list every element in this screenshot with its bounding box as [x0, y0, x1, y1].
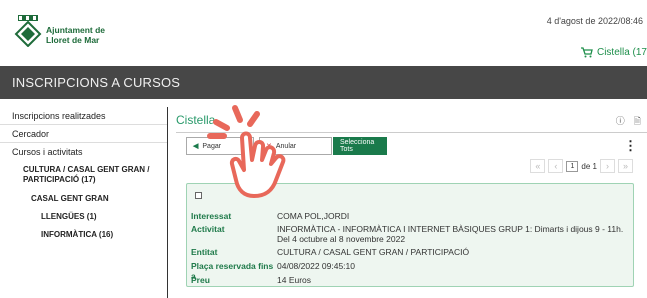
page-total: de 1: [581, 161, 597, 171]
field-value: COMA POL,JORDI: [277, 211, 350, 221]
cart-link[interactable]: Cistella (17: [580, 47, 647, 58]
top-header: Ajuntament de Lloret de Mar 4 d'agost de…: [0, 0, 647, 66]
org-name-line2: Lloret de Mar: [46, 34, 100, 45]
header-icons: ⓘ 🗎: [616, 114, 641, 130]
next-page-icon[interactable]: ›: [600, 159, 615, 173]
sidebar-item-casal[interactable]: CASAL GENT GRAN: [0, 189, 167, 207]
document-icon[interactable]: 🗎: [634, 114, 641, 130]
field-value: INFORMÀTICA - INFORMÀTICA I INTERNET BÀS…: [277, 224, 624, 244]
prev-page-icon[interactable]: ‹: [548, 159, 564, 173]
org-name: Ajuntament de Lloret de Mar: [46, 25, 105, 45]
sidebar-item-cercador[interactable]: Cercador: [0, 125, 167, 143]
pay-icon: ◀: [193, 143, 199, 150]
field-row: Interessat COMA POL,JORDI: [191, 211, 627, 221]
page-title: INSCRIPCIONS A CURSOS: [12, 75, 181, 90]
logo-crest-icon: [14, 15, 42, 47]
cart-icon: [580, 47, 593, 58]
last-page-icon[interactable]: »: [618, 159, 633, 173]
click-hand-icon: [207, 105, 286, 198]
sidebar-item-inscripcions[interactable]: Inscripcions realitzades: [0, 107, 167, 125]
page-input[interactable]: 1: [566, 160, 579, 172]
select-all-button[interactable]: Selecciona Tots: [333, 137, 387, 155]
field-row: Entitat CULTURA / CASAL GENT GRAN / PART…: [191, 247, 627, 257]
field-value: 14 Euros: [277, 275, 312, 285]
sidebar-item-cursos[interactable]: Cursos i activitats: [0, 143, 167, 160]
field-label: Interessat: [191, 211, 232, 221]
kebab-menu-icon[interactable]: ⋮: [624, 138, 637, 154]
sidebar: Inscripcions realitzades Cercador Cursos…: [0, 107, 168, 298]
field-row: Activitat INFORMÀTICA - INFORMÀTICA I IN…: [191, 224, 627, 244]
sidebar-item-cultura[interactable]: CULTURA / CASAL GENT GRAN / PARTICIPACIÓ…: [0, 160, 167, 189]
sidebar-item-llengues[interactable]: LLENGÜES (1): [0, 207, 167, 225]
info-icon[interactable]: ⓘ: [616, 114, 625, 130]
pagination: « ‹ 1 de 1 › »: [530, 159, 633, 173]
first-page-icon[interactable]: «: [530, 159, 546, 173]
field-row: Preu 14 Euros: [191, 275, 627, 285]
sidebar-item-informatica[interactable]: INFORMÀTICA (16): [0, 225, 167, 243]
field-label: Activitat: [191, 224, 225, 234]
field-value: CULTURA / CASAL GENT GRAN / PARTICIPACIÓ: [277, 247, 470, 257]
cart-label: Cistella (17: [596, 47, 647, 58]
field-label: Preu: [191, 275, 210, 285]
title-bar: INSCRIPCIONS A CURSOS: [0, 66, 647, 99]
field-label: Entitat: [191, 247, 218, 257]
current-date: 4 d'agost de 2022/08:46: [546, 16, 643, 26]
